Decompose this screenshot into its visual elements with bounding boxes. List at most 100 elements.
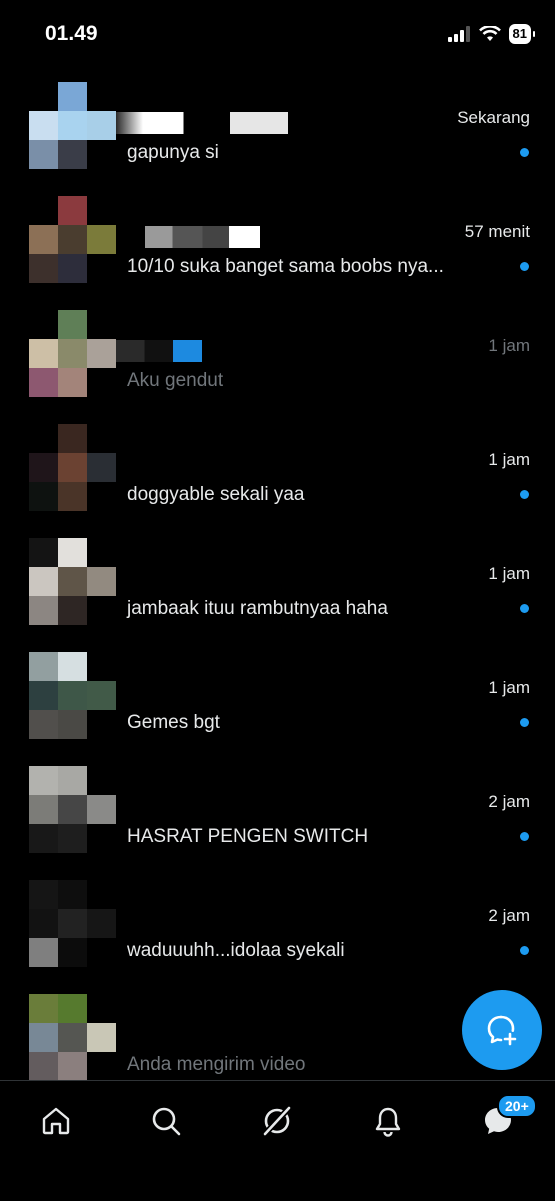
status-bar: 01.49 81 (0, 0, 555, 70)
avatar-pixel (87, 453, 116, 482)
avatar-pixel (87, 681, 116, 710)
avatar-pixel (29, 1023, 58, 1052)
avatar[interactable] (29, 766, 116, 853)
avatar-pixel (29, 482, 58, 511)
status-icons: 81 (447, 24, 536, 44)
message-preview: gapunya si (127, 142, 219, 163)
avatar-pixel (29, 596, 58, 625)
conversation-time: Sekarang (457, 108, 530, 127)
avatar-pixel (29, 766, 58, 795)
avatar-pixel (87, 567, 116, 596)
nav-grok[interactable] (257, 1101, 297, 1141)
avatar-pixel (58, 567, 87, 596)
conversation-row[interactable]: 1 jam Aku gendut (0, 306, 555, 420)
conversation-time: 57 menit (464, 222, 530, 241)
avatar-pixel (29, 339, 58, 368)
conversation-row[interactable]: 2 jam waduuuhh...idolaa syekali (0, 876, 555, 990)
avatar-pixel (58, 538, 87, 567)
avatar-pixel (58, 254, 87, 283)
conversation-time: 2 jam (488, 792, 530, 811)
unread-indicator (520, 832, 529, 841)
bottom-navigation (0, 1080, 555, 1201)
avatar-pixel (58, 196, 87, 225)
conversation-list[interactable]: Sekarang gapunya si 57 menit 10/10 suka … (0, 78, 555, 1104)
status-time: 01.49 (45, 22, 98, 45)
avatar-pixel (87, 225, 116, 254)
avatar-pixel (29, 254, 58, 283)
avatar-pixel (29, 538, 58, 567)
unread-indicator (520, 946, 529, 955)
conversation-row[interactable]: Sekarang gapunya si (0, 78, 555, 192)
avatar-pixel (29, 567, 58, 596)
handle-redacted (230, 112, 288, 134)
avatar[interactable] (29, 196, 116, 283)
avatar[interactable] (29, 82, 116, 169)
avatar-pixel (58, 994, 87, 1023)
avatar[interactable] (29, 310, 116, 397)
avatar-pixel (29, 994, 58, 1023)
avatar-pixel (58, 938, 87, 967)
home-icon (42, 1107, 70, 1135)
avatar-pixel (58, 681, 87, 710)
battery-indicator: 81 (508, 24, 536, 44)
avatar-pixel (29, 140, 58, 169)
message-preview: doggyable sekali yaa (127, 484, 305, 505)
avatar[interactable] (29, 424, 116, 511)
avatar-pixel (29, 710, 58, 739)
avatar-pixel (29, 938, 58, 967)
nav-search[interactable] (146, 1101, 186, 1141)
avatar-pixel (58, 795, 87, 824)
unread-indicator (520, 718, 529, 727)
avatar-pixel (29, 880, 58, 909)
avatar-pixel (87, 339, 116, 368)
avatar-pixel (29, 225, 58, 254)
avatar-pixel (29, 681, 58, 710)
conversation-time: 1 jam (488, 678, 530, 697)
avatar-pixel (29, 652, 58, 681)
nav-notifications[interactable] (368, 1101, 408, 1141)
unread-indicator (520, 262, 529, 271)
conversation-row[interactable]: 57 menit 10/10 suka banget sama boobs ny… (0, 192, 555, 306)
avatar-pixel (29, 453, 58, 482)
conversation-row[interactable]: 1 jam doggyable sekali yaa (0, 420, 555, 534)
avatar-pixel (58, 339, 87, 368)
message-preview: HASRAT PENGEN SWITCH (127, 826, 369, 847)
wifi-icon (478, 26, 501, 41)
avatar-pixel (29, 824, 58, 853)
avatar-pixel (58, 766, 87, 795)
conversation-row[interactable]: 1 jam Gemes bgt (0, 648, 555, 762)
avatar-pixel (58, 652, 87, 681)
name-redacted (116, 112, 206, 134)
avatar-pixel (29, 795, 58, 824)
avatar-pixel (58, 1023, 87, 1052)
conversation-row[interactable]: 1 jam jambaak ituu rambutnyaa haha (0, 534, 555, 648)
avatar-pixel (58, 453, 87, 482)
name-redacted (116, 340, 202, 362)
messages-badge: 20+ (497, 1094, 537, 1118)
avatar-pixel (58, 368, 87, 397)
avatar-pixel (58, 310, 87, 339)
new-message-button[interactable] (462, 990, 542, 1070)
avatar[interactable] (29, 880, 116, 967)
avatar-pixel (58, 909, 87, 938)
avatar[interactable] (29, 538, 116, 625)
conversation-time: 1 jam (488, 450, 530, 469)
avatar-pixel (58, 880, 87, 909)
message-preview: Anda mengirim video (127, 1054, 306, 1075)
message-preview: jambaak ituu rambutnyaa haha (127, 598, 388, 619)
message-preview: Aku gendut (127, 370, 224, 391)
nav-home[interactable] (36, 1101, 76, 1141)
avatar-pixel (58, 111, 87, 140)
unread-indicator (520, 490, 529, 499)
conversation-time: 1 jam (488, 336, 530, 355)
grok-icon (261, 1104, 293, 1138)
unread-indicator (520, 604, 529, 613)
message-preview: waduuuhh...idolaa syekali (127, 940, 345, 961)
message-preview: 10/10 suka banget sama boobs nya... (127, 256, 444, 277)
cellular-signal-icon (447, 26, 470, 42)
avatar[interactable] (29, 652, 116, 739)
avatar[interactable] (29, 994, 116, 1081)
unread-indicator (520, 148, 529, 157)
message-preview: Gemes bgt (127, 712, 220, 733)
conversation-row[interactable]: 2 jam HASRAT PENGEN SWITCH (0, 762, 555, 876)
